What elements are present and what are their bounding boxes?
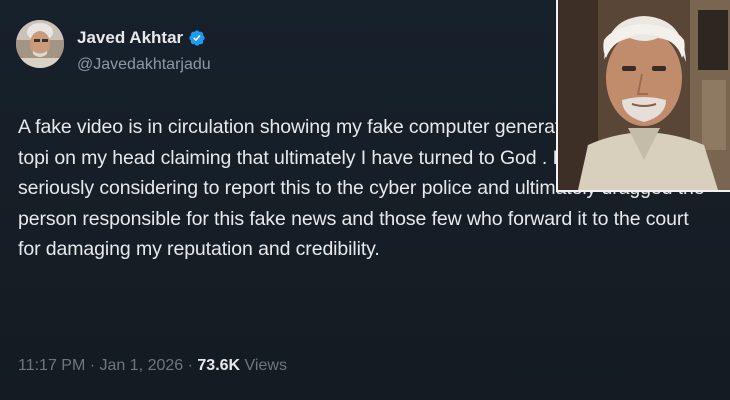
author-name[interactable]: Javed Akhtar xyxy=(77,28,183,48)
author-handle[interactable]: @Javedakhtarjadu xyxy=(77,56,211,74)
verified-badge-icon xyxy=(189,30,205,46)
meta-separator: · xyxy=(89,357,96,374)
views-label: Views xyxy=(244,357,287,374)
author-name-row[interactable]: Javed Akhtar xyxy=(77,28,206,48)
avatar[interactable] xyxy=(16,20,64,68)
portrait-photo xyxy=(558,0,730,190)
avatar-image xyxy=(16,20,64,68)
tweet-time[interactable]: 11:17 PM xyxy=(18,357,85,374)
meta-separator: · xyxy=(187,357,193,374)
inset-portrait-photo xyxy=(556,0,730,192)
tweet-meta: 11:17 PM · Jan 1, 2026 · 73.6K Views xyxy=(18,357,287,375)
views-count[interactable]: 73.6K xyxy=(197,357,240,374)
tweet-date[interactable]: Jan 1, 2026 xyxy=(100,357,184,374)
